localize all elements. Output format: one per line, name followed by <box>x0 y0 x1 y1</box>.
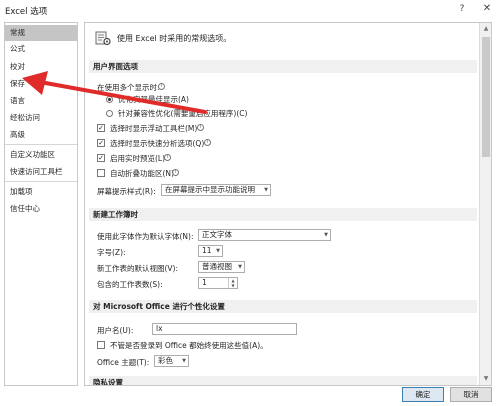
live-preview-label[interactable]: 启用实时预览(L) <box>110 153 165 164</box>
info-icon: i <box>172 169 179 176</box>
office-theme-value: 彩色 <box>158 356 173 365</box>
username-value: lx <box>156 324 163 333</box>
nav-item-addins[interactable]: 加载项 <box>5 184 77 200</box>
default-view-dropdown[interactable]: 普通视图 ▼ <box>198 261 245 273</box>
always-use-checkbox[interactable] <box>97 341 105 349</box>
nav-separator <box>5 144 77 145</box>
chevron-down-icon: ▼ <box>238 264 242 270</box>
quick-analysis-label[interactable]: 选择时显示快速分析选项(Q) <box>110 138 204 149</box>
default-view-value: 普通视图 <box>202 262 232 271</box>
section-privacy: 隐私设置 <box>89 376 477 385</box>
nav-item-quick-access-toolbar[interactable]: 快速访问工具栏 <box>5 164 77 180</box>
username-field[interactable]: lx <box>152 323 297 335</box>
screentip-dropdown[interactable]: 在屏幕提示中显示功能说明 ▼ <box>161 184 271 196</box>
title-bar: Excel 选项 ? ✕ <box>0 0 500 22</box>
content-scrollbar[interactable]: ▲ ▼ <box>479 23 491 385</box>
scroll-down-icon[interactable]: ▼ <box>480 373 491 385</box>
font-size-label: 字号(Z): <box>97 248 126 257</box>
info-icon: i <box>197 124 204 131</box>
default-font-value: 正文字体 <box>202 230 232 239</box>
screentip-label: 屏幕提示样式(R): <box>97 187 156 196</box>
mini-toolbar-label[interactable]: 选择时显示浮动工具栏(M) <box>110 123 197 134</box>
scroll-thumb[interactable] <box>482 37 490 157</box>
section-new-workbook: 新建工作簿时 <box>89 208 477 221</box>
nav-item-save[interactable]: 保存 <box>5 76 77 92</box>
nav-item-customize-ribbon[interactable]: 自定义功能区 <box>5 147 77 163</box>
collapse-ribbon-label[interactable]: 自动折叠功能区(N) <box>110 168 174 179</box>
sheet-count-value: 1 <box>202 278 207 287</box>
font-size-value: 11 <box>202 246 212 255</box>
general-options-icon <box>95 31 111 46</box>
chevron-down-icon: ▼ <box>216 248 220 254</box>
office-theme-dropdown[interactable]: 彩色 ▼ <box>154 355 189 367</box>
chevron-down-icon: ▼ <box>182 358 186 364</box>
multi-display-label: 在使用多个显示时: <box>97 83 160 92</box>
live-preview-checkbox[interactable]: ✓ <box>97 154 105 162</box>
help-icon[interactable]: ? <box>456 4 468 16</box>
general-header: 使用 Excel 时采用的常规选项。 <box>117 34 232 43</box>
scroll-up-icon[interactable]: ▲ <box>480 23 491 35</box>
sheet-count-stepper[interactable]: 1 ▲ ▼ <box>198 277 238 289</box>
info-icon: i <box>164 154 171 161</box>
section-ui-options: 用户界面选项 <box>89 60 477 73</box>
default-font-label: 使用此字体作为默认字体(N): <box>97 232 194 241</box>
default-font-dropdown[interactable]: 正文字体 ▼ <box>198 229 331 241</box>
window-title: Excel 选项 <box>5 7 48 17</box>
nav-item-trust-center[interactable]: 信任中心 <box>5 201 77 217</box>
always-use-label[interactable]: 不管是否登录到 Office 都始终使用这些值(A)。 <box>110 340 268 351</box>
optimize-appearance-radio[interactable] <box>106 96 113 103</box>
screentip-value: 在屏幕提示中显示功能说明 <box>165 185 255 194</box>
nav-item-language[interactable]: 语言 <box>5 93 77 109</box>
nav-item-formulas[interactable]: 公式 <box>5 41 77 57</box>
chevron-down-icon: ▼ <box>324 232 328 238</box>
collapse-ribbon-checkbox[interactable] <box>97 169 105 177</box>
quick-analysis-checkbox[interactable]: ✓ <box>97 139 105 147</box>
chevron-down-icon: ▼ <box>264 187 268 193</box>
optimize-compat-radio[interactable] <box>106 110 113 117</box>
nav-item-advanced[interactable]: 高级 <box>5 127 77 143</box>
nav-item-general[interactable]: 常规 <box>5 25 77 41</box>
nav-item-proofing[interactable]: 校对 <box>5 59 77 75</box>
info-icon: i <box>204 139 211 146</box>
nav-separator <box>5 181 77 182</box>
sheet-count-label: 包含的工作表数(S): <box>97 280 163 289</box>
spinner-arrows-icon[interactable]: ▲ ▼ <box>228 278 237 288</box>
options-content: 使用 Excel 时采用的常规选项。 用户界面选项 在使用多个显示时: i 优化… <box>84 22 492 386</box>
default-view-label: 新工作表的默认视图(V): <box>97 264 179 273</box>
optimize-appearance-label[interactable]: 优化实现最佳显示(A) <box>118 94 189 105</box>
options-nav: 常规 公式 校对 保存 语言 经松访问 高级 自定义功能区 快速访问工具栏 加载… <box>4 22 78 386</box>
cancel-button[interactable]: 取消 <box>450 387 492 402</box>
close-icon[interactable]: ✕ <box>481 3 493 15</box>
optimize-compat-label[interactable]: 针对兼容性优化(需要重启应用程序)(C) <box>118 108 247 119</box>
ok-button[interactable]: 确定 <box>402 387 444 402</box>
username-label: 用户名(U): <box>97 326 134 335</box>
section-personalize: 对 Microsoft Office 进行个性化设置 <box>89 300 477 313</box>
nav-item-accessibility[interactable]: 经松访问 <box>5 110 77 126</box>
office-theme-label: Office 主题(T): <box>97 358 150 367</box>
info-icon: i <box>158 83 165 90</box>
font-size-dropdown[interactable]: 11 ▼ <box>198 245 223 257</box>
mini-toolbar-checkbox[interactable]: ✓ <box>97 124 105 132</box>
